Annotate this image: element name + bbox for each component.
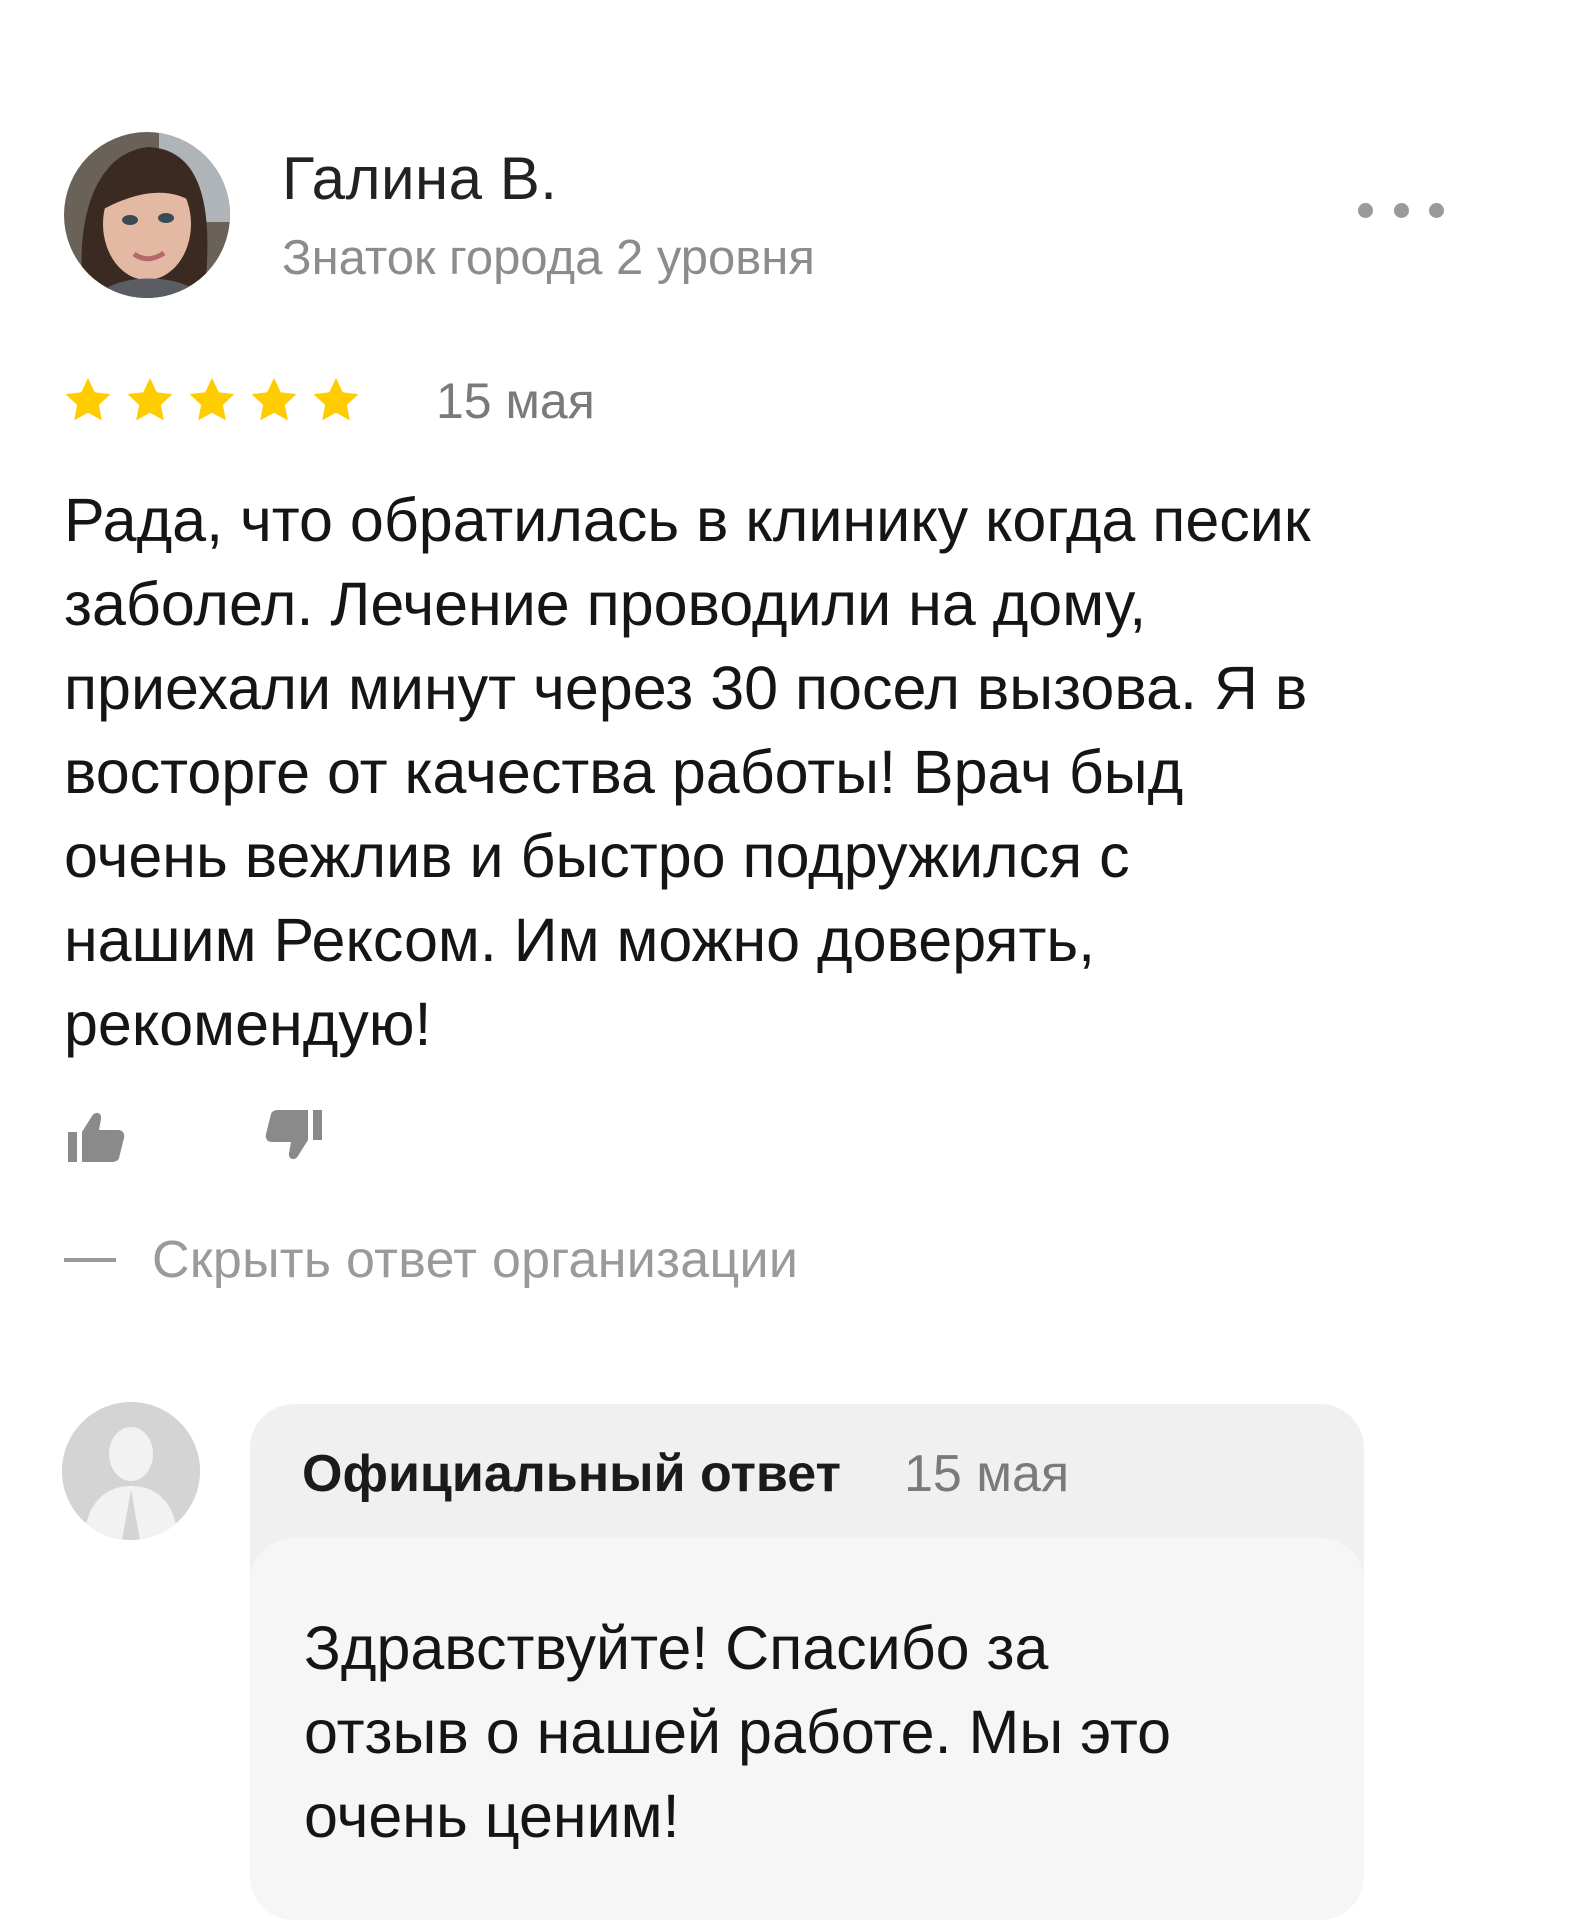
official-reply-text: Здравствуйте! Спасибо за отзыв о нашей р… xyxy=(304,1606,1171,1858)
review-text-line: восторге от качества работы! Врач быд xyxy=(64,738,1184,806)
review-text-line: Рада, что обратилась в клинику когда пес… xyxy=(64,486,1311,554)
review-text-line: приехали минут через 30 посел вызова. Я … xyxy=(64,654,1308,722)
thumb-up-icon xyxy=(68,1112,125,1162)
star-icon xyxy=(189,377,235,421)
official-reply-card: Официальный ответ 15 мая Здравствуйте! С… xyxy=(250,1404,1364,1920)
review-text-line: рекомендую! xyxy=(64,990,432,1058)
official-reply-body: Здравствуйте! Спасибо за отзыв о нашей р… xyxy=(250,1538,1364,1920)
star-icon xyxy=(65,377,111,421)
hide-answer-label: Скрыть ответ организации xyxy=(152,1231,799,1289)
star-icon xyxy=(127,377,173,421)
dash-divider xyxy=(64,1258,116,1262)
more-dot xyxy=(1393,202,1409,218)
organization-avatar xyxy=(62,1402,200,1540)
author-avatar[interactable] xyxy=(64,132,230,298)
review-date: 15 мая xyxy=(436,373,595,429)
more-dots-icon xyxy=(1358,202,1373,218)
star-icon xyxy=(251,377,297,421)
like-button[interactable] xyxy=(64,1104,128,1168)
user-silhouette-icon xyxy=(62,1402,200,1540)
more-dot xyxy=(1429,202,1444,218)
hide-answer-link[interactable]: Скрыть ответ организации xyxy=(64,1230,798,1290)
thumb-down-icon xyxy=(265,1110,322,1160)
star-icon xyxy=(313,377,359,421)
reply-text-line: Здравствуйте! Спасибо за xyxy=(304,1614,1049,1682)
review-text-line: заболел. Лечение проводили на дому, xyxy=(64,570,1147,638)
dislike-button[interactable] xyxy=(262,1104,326,1168)
official-reply-title: Официальный ответ xyxy=(302,1445,841,1503)
reply-text-line: отзыв о нашей работе. Мы это xyxy=(304,1698,1172,1766)
author-name[interactable]: Галина В. xyxy=(282,144,557,214)
official-reply-date: 15 мая xyxy=(904,1445,1070,1503)
reply-text-line: очень ценим! xyxy=(304,1782,680,1850)
review-text: Рада, что обратилась в клинику когда пес… xyxy=(64,478,1484,1066)
review-text-line: очень вежлив и быстро подружился с xyxy=(64,822,1130,890)
more-options-button[interactable] xyxy=(1358,190,1444,230)
rating-stars xyxy=(62,374,362,426)
review-text-line: нашим Рексом. Им можно доверять, xyxy=(64,906,1096,974)
author-level: Знаток города 2 уровня xyxy=(282,231,815,285)
